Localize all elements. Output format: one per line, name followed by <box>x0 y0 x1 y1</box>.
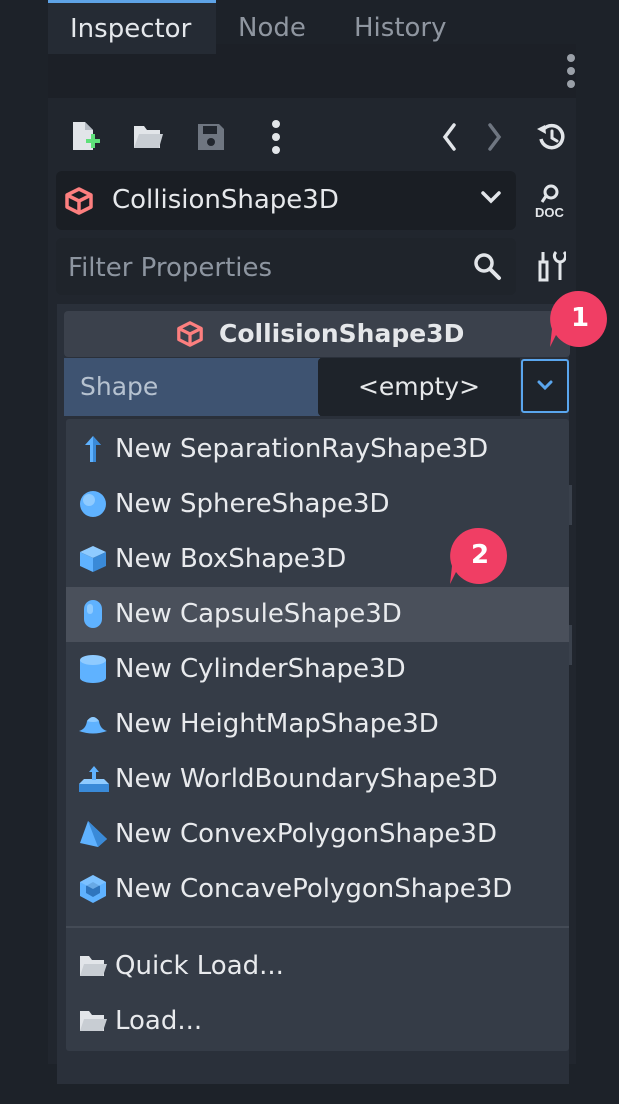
menu-separator <box>66 926 569 928</box>
filter-properties-input[interactable] <box>58 240 470 295</box>
tools-icon[interactable] <box>538 250 568 286</box>
shape-dropdown-button[interactable] <box>521 359 569 413</box>
annotation-badge-1-text: 1 <box>570 303 590 333</box>
folder-icon <box>78 952 108 982</box>
collision-shape-node-icon <box>64 186 94 220</box>
menu-item-label: New BoxShape3D <box>115 544 347 574</box>
menu-item-label: New ConcavePolygonShape3D <box>115 874 513 904</box>
menu-item-label: New CylinderShape3D <box>115 654 406 684</box>
annotation-badge-2-text: 2 <box>470 540 490 570</box>
heightmap-icon <box>78 709 108 739</box>
capsule-icon <box>78 599 108 629</box>
new-resource-icon[interactable] <box>70 120 102 158</box>
world-boundary-icon <box>78 764 109 794</box>
history-icon[interactable] <box>536 121 568 157</box>
search-icon <box>472 251 502 285</box>
concave-polygon-icon <box>78 874 108 904</box>
box-icon <box>78 544 108 574</box>
svg-text:DOC: DOC <box>535 205 565 218</box>
convex-polygon-icon <box>78 819 108 849</box>
tab-node[interactable]: Node <box>238 0 306 54</box>
shape-property-label: Shape <box>80 372 159 401</box>
menu-item-label: New ConvexPolygonShape3D <box>115 819 497 849</box>
separation-ray-icon <box>78 434 108 464</box>
back-arrow-icon[interactable] <box>440 122 458 156</box>
menu-item-label: New CapsuleShape3D <box>115 599 402 629</box>
doc-icon[interactable]: DOC <box>534 184 570 222</box>
open-folder-icon[interactable] <box>132 122 164 156</box>
menu-item-label: Quick Load... <box>115 951 284 981</box>
chevron-down-icon <box>480 190 502 210</box>
menu-item-label: New SeparationRayShape3D <box>115 434 489 464</box>
menu-item-label: New HeightMapShape3D <box>115 709 439 739</box>
cylinder-icon <box>78 654 108 684</box>
shape-value-text: <empty> <box>357 372 481 401</box>
forward-arrow-icon[interactable] <box>486 122 504 156</box>
tab-history[interactable]: History <box>354 0 447 54</box>
node-selector-label: CollisionShape3D <box>112 185 339 215</box>
sphere-icon <box>78 489 108 519</box>
section-title: CollisionShape3D <box>219 319 465 348</box>
chevron-down-icon <box>537 380 553 391</box>
menu-item-label: New WorldBoundaryShape3D <box>115 764 498 794</box>
menu-item-label: Load... <box>115 1006 203 1036</box>
folder-icon <box>78 1007 108 1037</box>
tab-inspector[interactable]: Inspector <box>48 0 216 54</box>
menu-item-label: New SphereShape3D <box>115 489 390 519</box>
more-options-icon[interactable] <box>270 120 282 158</box>
tab-menu-icon[interactable] <box>566 54 576 92</box>
save-icon[interactable] <box>196 122 226 156</box>
section-node-icon <box>176 320 204 352</box>
